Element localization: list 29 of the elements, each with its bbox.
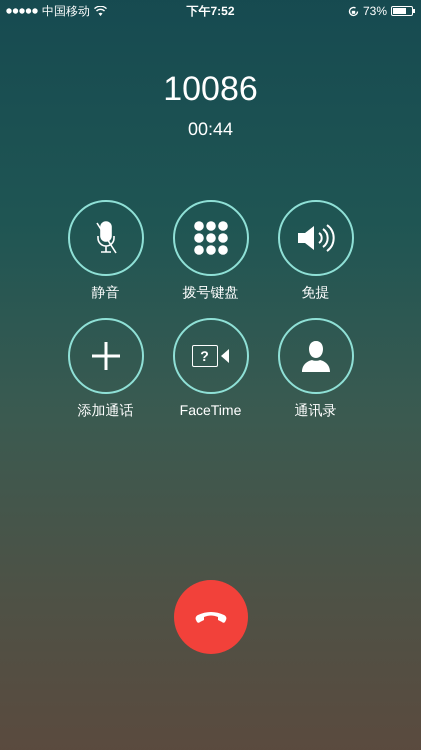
call-duration: 00:44 bbox=[188, 119, 234, 140]
keypad-icon bbox=[194, 221, 228, 255]
signal-icon bbox=[6, 8, 38, 14]
status-time: 下午7:52 bbox=[186, 2, 235, 20]
carrier-name: 中国移动 bbox=[42, 2, 90, 20]
facetime-button[interactable]: ? bbox=[172, 318, 248, 394]
speaker-icon bbox=[296, 222, 336, 254]
wifi-icon bbox=[94, 6, 107, 16]
button-label: FaceTime bbox=[180, 402, 242, 418]
plus-icon bbox=[90, 341, 120, 371]
keypad-button[interactable] bbox=[172, 200, 248, 276]
rotation-lock-icon bbox=[348, 6, 359, 16]
button-label: 添加通话 bbox=[78, 402, 134, 420]
contacts-button[interactable] bbox=[278, 318, 354, 394]
button-label: 拨号键盘 bbox=[182, 284, 238, 302]
triangle-icon bbox=[220, 349, 230, 363]
hang-up-icon bbox=[194, 610, 228, 624]
battery-icon bbox=[391, 6, 415, 16]
add-button[interactable] bbox=[68, 318, 144, 394]
button-label: 静音 bbox=[92, 284, 120, 302]
phone-number: 10086 bbox=[163, 70, 258, 109]
battery-percentage: 73% bbox=[362, 4, 387, 18]
speaker-button[interactable] bbox=[278, 200, 354, 276]
muted-microphone-icon bbox=[94, 220, 116, 256]
button-label: 通讯录 bbox=[294, 402, 336, 420]
person-icon bbox=[300, 339, 330, 373]
button-label: 免提 bbox=[302, 284, 330, 302]
mute-button[interactable] bbox=[68, 200, 144, 276]
question-mark-frame: ? bbox=[192, 345, 218, 367]
